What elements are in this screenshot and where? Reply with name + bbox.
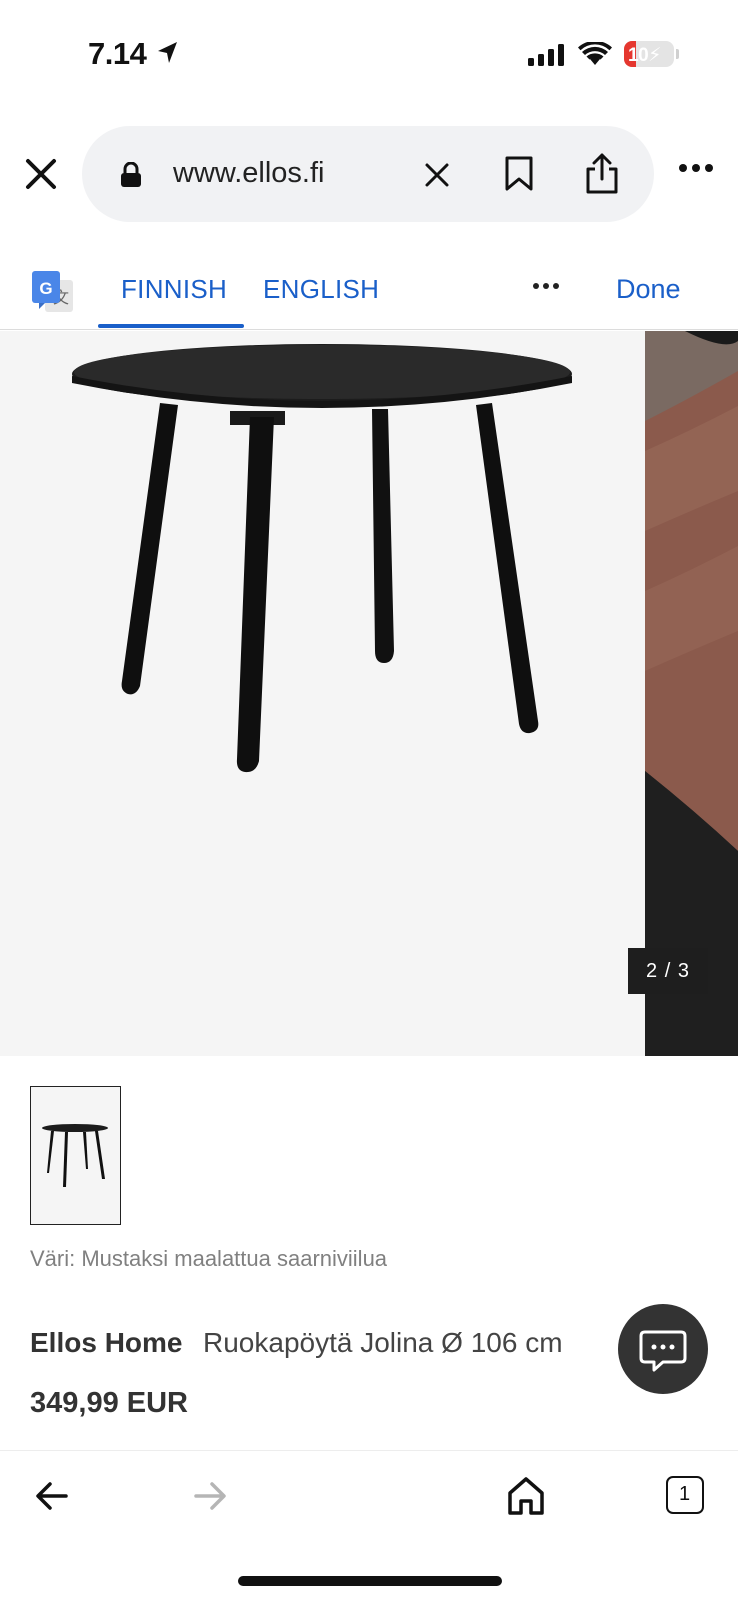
tabs-icon[interactable]: 1	[666, 1476, 704, 1514]
clear-icon[interactable]	[424, 162, 450, 188]
chat-button[interactable]	[618, 1304, 708, 1394]
more-icon[interactable]	[678, 162, 714, 174]
status-time: 7.14	[88, 36, 147, 71]
location-arrow-icon	[158, 42, 177, 63]
back-arrow-icon[interactable]	[34, 1478, 70, 1514]
thumbnail[interactable]	[30, 1086, 121, 1225]
tab-finnish[interactable]: FINNISH	[121, 274, 227, 305]
home-icon[interactable]	[506, 1475, 546, 1517]
battery-tip	[676, 49, 679, 59]
more-icon[interactable]	[532, 282, 560, 290]
product-brand[interactable]: Ellos Home	[30, 1327, 182, 1359]
google-translate-icon: 文 G	[32, 271, 73, 312]
url-text[interactable]: www.ellos.fi	[173, 157, 325, 190]
product-name: Ruokapöytä Jolina Ø 106 cm	[203, 1327, 563, 1358]
wifi-icon	[578, 42, 612, 65]
product-image[interactable]	[0, 331, 645, 1056]
url-bar[interactable]	[82, 126, 654, 222]
lock-icon	[121, 162, 141, 187]
chat-icon	[639, 1330, 687, 1372]
tab-count: 1	[678, 1483, 691, 1505]
active-tab-indicator	[98, 324, 244, 328]
battery-level: 10⚡	[628, 45, 661, 66]
cellular-signal-icon	[528, 44, 564, 66]
product-price: 349,99 EUR	[30, 1387, 188, 1419]
close-icon[interactable]	[22, 155, 60, 193]
bookmark-icon[interactable]	[504, 156, 534, 192]
color-label: Väri: Mustaksi maalattua saarniviilua	[30, 1246, 388, 1271]
home-indicator	[238, 1576, 502, 1586]
share-icon[interactable]	[584, 153, 620, 195]
tab-english[interactable]: ENGLISH	[263, 274, 379, 305]
svg-text:G: G	[39, 279, 52, 298]
battery-icon: 10⚡	[624, 41, 674, 67]
forward-arrow-icon[interactable]	[192, 1478, 228, 1514]
status-bar: 7.14 10⚡	[0, 0, 738, 110]
table-image	[72, 344, 572, 773]
done-button[interactable]: Done	[616, 274, 681, 305]
image-counter: 2 / 3	[628, 948, 708, 994]
